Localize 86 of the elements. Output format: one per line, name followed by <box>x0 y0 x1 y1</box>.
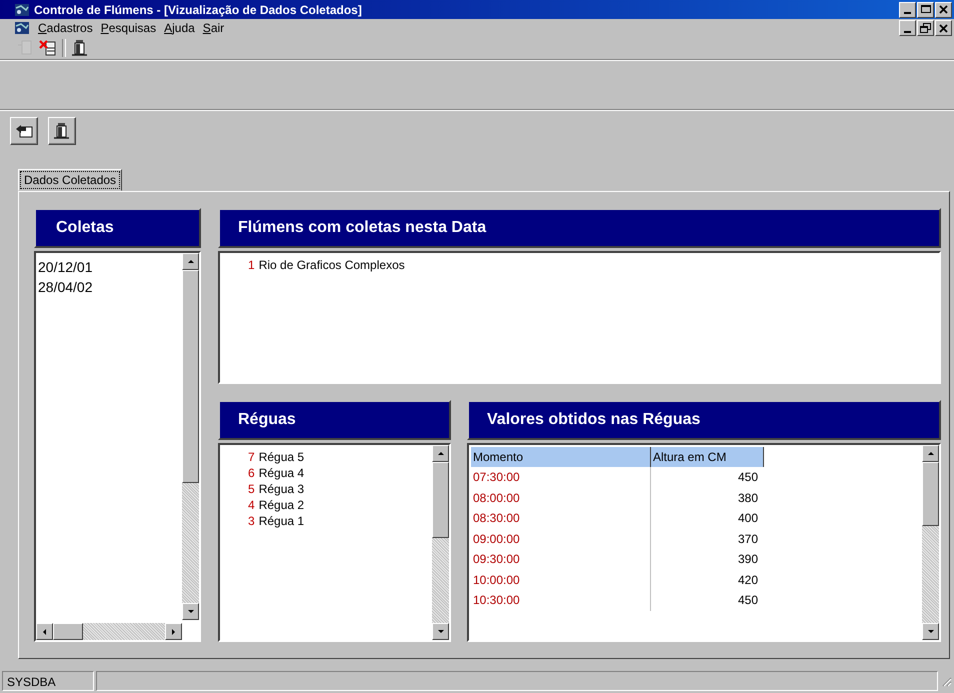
list-item[interactable]: Régua 5 <box>258 449 304 465</box>
scrollbar[interactable] <box>36 623 182 640</box>
scroll-thumb[interactable] <box>432 462 449 538</box>
table-cell-text: 420 <box>736 572 759 588</box>
scrollbar[interactable] <box>182 253 199 620</box>
menu-item[interactable]: Cadastros <box>38 21 93 35</box>
table-cell: 08:30:00 <box>471 508 651 528</box>
scrollbar[interactable] <box>922 445 939 640</box>
table-cell-text: 400 <box>736 510 759 527</box>
menu-item[interactable]: Pesquisas <box>100 21 156 35</box>
restore-icon <box>919 22 932 34</box>
row-number: 5 <box>248 481 255 497</box>
table-cell: 07:30:00 <box>471 467 651 488</box>
window-title: Controle de Flúmens - [Vizualização de Dados Coletados] <box>34 2 363 16</box>
table-cell-text: 450 <box>736 469 759 486</box>
table-cell-text: 390 <box>736 551 759 568</box>
maximize-icon <box>919 3 932 16</box>
menu-item[interactable]: Sair <box>202 21 224 35</box>
panel-header: Coletas <box>34 208 201 248</box>
document-icon[interactable] <box>14 20 30 36</box>
triangle-up-icon <box>926 450 934 458</box>
scroll-up-button[interactable] <box>922 445 939 462</box>
scroll-down-button[interactable] <box>432 623 449 640</box>
panel-header: Valores obtidos nas Réguas <box>467 400 941 440</box>
list-item[interactable]: 28/04/02 <box>38 277 180 297</box>
column-header[interactable]: Altura em CM <box>651 447 764 467</box>
close-button[interactable] <box>935 20 952 36</box>
scroll-thumb[interactable] <box>182 270 199 484</box>
panel-header: Flúmens com coletas nesta Data <box>218 208 941 248</box>
triangle-down-icon <box>436 628 444 636</box>
exit-button[interactable] <box>48 117 76 145</box>
triangle-down-icon <box>186 608 194 616</box>
list-item[interactable]: Rio de Graficos Complexos <box>258 257 405 273</box>
scroll-right-button[interactable] <box>165 623 182 640</box>
maximize-button[interactable] <box>917 2 934 18</box>
back-icon <box>15 122 33 140</box>
tab[interactable]: Dados Coletados <box>18 169 122 191</box>
scroll-up-button[interactable] <box>182 253 199 270</box>
list-item[interactable]: Régua 2 <box>258 497 304 513</box>
table-cell: 10:00:00 <box>471 570 651 590</box>
minimize-icon <box>904 12 911 14</box>
table-cell-text: 380 <box>736 490 759 506</box>
door-icon[interactable] <box>71 39 89 57</box>
table-cell-text: 370 <box>736 530 759 548</box>
list-item[interactable]: 20/12/01 <box>38 257 180 277</box>
minimize-button[interactable] <box>899 2 916 18</box>
door-icon <box>53 122 71 140</box>
menu-item[interactable]: Ajuda <box>164 21 195 35</box>
scroll-thumb[interactable] <box>922 462 939 526</box>
row-number: 6 <box>248 465 255 481</box>
table-cell: 10:30:00 <box>471 590 651 610</box>
row-number: 4 <box>248 497 255 513</box>
delete-record-icon[interactable] <box>39 39 57 57</box>
list-item[interactable]: Régua 3 <box>258 481 304 497</box>
table-cell: 09:00:00 <box>471 528 651 549</box>
app-icon <box>14 2 30 18</box>
row-number: 1 <box>248 257 255 273</box>
resize-grip-icon[interactable] <box>940 675 952 687</box>
close-icon <box>937 3 950 16</box>
close-button[interactable] <box>935 2 952 18</box>
scroll-down-button[interactable] <box>182 603 199 620</box>
scroll-left-button[interactable] <box>36 623 53 640</box>
table-cell-text: 450 <box>736 592 759 609</box>
scroll-down-button[interactable] <box>922 623 939 640</box>
list-item[interactable]: Régua 4 <box>258 465 304 481</box>
minimize-icon <box>904 30 911 32</box>
close-icon <box>937 22 950 34</box>
scroll-up-button[interactable] <box>432 445 449 462</box>
row-number: 7 <box>248 449 255 465</box>
list-item[interactable]: Régua 1 <box>258 513 304 529</box>
triangle-up-icon <box>186 258 194 266</box>
column-header[interactable]: Momento <box>471 447 651 467</box>
triangle-left-icon <box>40 628 48 636</box>
triangle-up-icon <box>436 450 444 458</box>
status-panel: SYSDBA <box>2 671 94 691</box>
back-button[interactable] <box>10 117 38 145</box>
minimize-button[interactable] <box>899 20 916 36</box>
triangle-down-icon <box>926 628 934 636</box>
triangle-right-icon <box>170 628 178 636</box>
row-number: 3 <box>248 513 255 529</box>
panel-header: Réguas <box>218 400 451 440</box>
table-cell: 08:00:00 <box>471 488 651 508</box>
restore-button[interactable] <box>917 20 934 36</box>
scroll-thumb[interactable] <box>53 623 83 640</box>
scrollbar[interactable] <box>432 445 449 640</box>
table-cell: 09:30:00 <box>471 549 651 570</box>
